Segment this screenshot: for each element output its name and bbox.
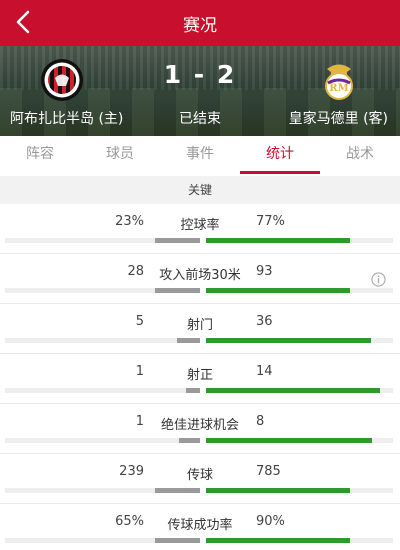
home-bar-track [5, 438, 200, 443]
tab-players[interactable]: 球员 [80, 136, 160, 176]
stat-row: 1 绝佳进球机会 8 [0, 404, 400, 454]
away-team-name[interactable]: 皇家马德里 (客) [289, 108, 388, 128]
home-bar-fill [155, 238, 200, 243]
home-bar-fill [155, 538, 200, 543]
away-bar-track [206, 238, 393, 243]
stat-row: 1 射正 14 [0, 354, 400, 404]
svg-text:RM: RM [329, 83, 348, 94]
home-bar-track [5, 488, 200, 493]
stat-home-value: 23% [115, 214, 144, 229]
home-bar-track [5, 338, 200, 343]
home-bar-fill [176, 338, 200, 343]
top-nav-bar: 赛况 [0, 0, 400, 46]
away-team-logo: RM [325, 64, 353, 100]
home-bar-fill [155, 488, 200, 493]
away-bar-track [206, 438, 393, 443]
away-bar-track [206, 288, 393, 293]
stat-label: 传球 [186, 468, 213, 483]
stat-label: 射门 [186, 318, 213, 333]
away-bar-fill [206, 488, 350, 493]
stat-away-value: 785 [256, 464, 281, 479]
stat-home-value: 1 [135, 364, 144, 379]
stat-label: 传球成功率 [167, 518, 233, 533]
home-bar-fill [178, 438, 200, 443]
stat-away-value: 36 [256, 314, 273, 329]
away-bar-fill [206, 288, 350, 293]
stat-label: 控球率 [180, 218, 220, 233]
tab-bar: 阵容 球员 事件 统计 战术 [0, 136, 400, 176]
stat-home-value: 28 [127, 264, 144, 279]
away-bar-track [206, 488, 393, 493]
info-icon[interactable] [371, 272, 386, 287]
away-bar-fill [206, 388, 380, 393]
stat-home-value: 5 [135, 314, 144, 329]
stat-away-value: 90% [256, 514, 285, 529]
home-bar-fill [186, 388, 200, 393]
home-bar-track [5, 288, 200, 293]
stat-home-value: 239 [119, 464, 144, 479]
stat-away-value: 77% [256, 214, 285, 229]
stat-label: 射正 [186, 368, 213, 383]
stat-row: 65% 传球成功率 90% [0, 504, 400, 550]
stat-label: 绝佳进球机会 [160, 418, 239, 433]
stat-home-value: 65% [115, 514, 144, 529]
away-bar-track [206, 388, 393, 393]
away-bar-fill [206, 238, 350, 243]
home-bar-fill [155, 288, 200, 293]
away-bar-fill [206, 438, 373, 443]
stat-away-value: 93 [256, 264, 273, 279]
stat-row: 5 射门 36 [0, 304, 400, 354]
stat-row: 28 攻入前场30米 93 [0, 254, 400, 304]
away-bar-track [206, 538, 393, 543]
stat-home-value: 1 [135, 414, 144, 429]
home-bar-track [5, 238, 200, 243]
page-title: 赛况 [183, 16, 217, 36]
away-bar-fill [206, 538, 350, 543]
stat-row: 239 传球 785 [0, 454, 400, 504]
home-bar-track [5, 388, 200, 393]
tab-stats[interactable]: 统计 [240, 136, 320, 176]
stat-away-value: 8 [256, 414, 265, 429]
tab-tactics[interactable]: 战术 [320, 136, 400, 176]
section-header-key: 关键 [0, 176, 400, 204]
stat-label: 攻入前场30米 [159, 268, 241, 283]
away-bar-fill [206, 338, 371, 343]
stat-away-value: 14 [256, 364, 273, 379]
home-bar-track [5, 538, 200, 543]
tab-events[interactable]: 事件 [160, 136, 240, 176]
stat-row: 23% 控球率 77% [0, 204, 400, 254]
tab-lineup[interactable]: 阵容 [0, 136, 80, 176]
match-banner: 1 - 2 RM 阿布扎比半岛 (主) 已结束 皇家马德里 (客) [0, 46, 400, 136]
away-bar-track [206, 338, 393, 343]
